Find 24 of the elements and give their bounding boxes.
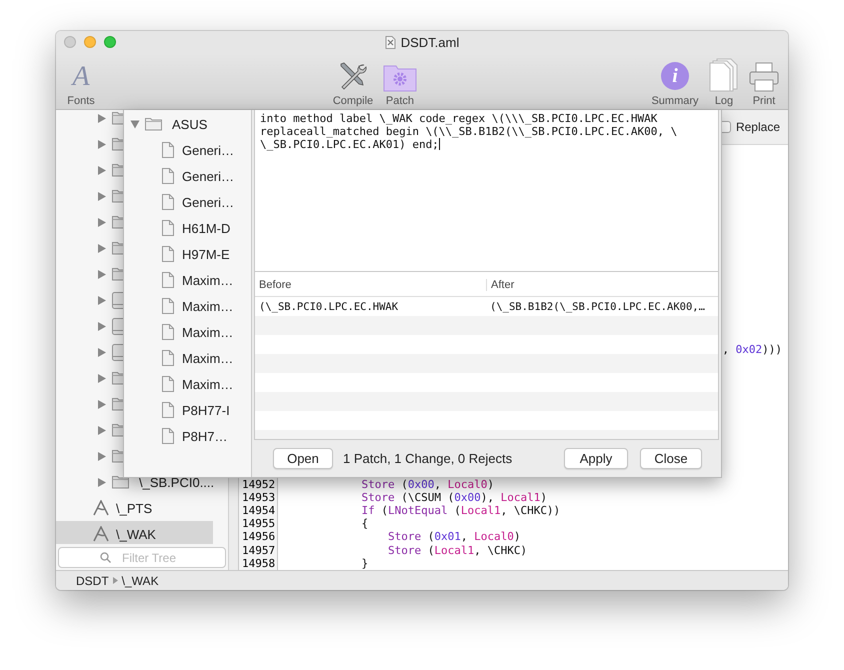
code-line: , 0x02))): [722, 343, 783, 357]
fonts-icon: A: [72, 62, 90, 92]
window-title: DSDT.aml: [400, 35, 460, 50]
line-number: 14953: [242, 490, 276, 504]
code-line: Store (\CSUM (0x00), Local1): [360, 490, 548, 504]
info-icon: i: [661, 62, 689, 90]
code-line: Store (0x01, Local0): [386, 530, 522, 544]
code-line: {: [360, 517, 370, 530]
patch-summary: 1 Patch, 1 Change, 0 Rejects: [343, 451, 512, 466]
line-number: 14954: [242, 504, 276, 518]
tree-item-label: \_SB.PCI0....: [139, 474, 214, 490]
code-line: If (LNotEqual (Local1, \CHKC)): [360, 504, 562, 518]
code-line: Store (0x00, Local0): [360, 478, 495, 491]
line-number: 14955: [242, 517, 276, 530]
line-number: 14952: [242, 478, 276, 491]
line-number: 14957: [242, 544, 276, 557]
code-line: Store (Local1, \CHKC): [386, 544, 528, 557]
code-line: }: [360, 556, 370, 570]
line-number: 14956: [242, 530, 276, 544]
tree-item-label: \_PTS: [116, 500, 152, 516]
tree-item-label: \_WAK: [116, 526, 156, 542]
line-number: 14958: [242, 556, 276, 570]
table-cell-text: (\_SB.B1B2(\_SB.PCI0.LPC.EC.AK00,…: [489, 300, 706, 312]
table-cell-text: (\_SB.PCI0.LPC.EC.HWAK: [258, 300, 400, 312]
